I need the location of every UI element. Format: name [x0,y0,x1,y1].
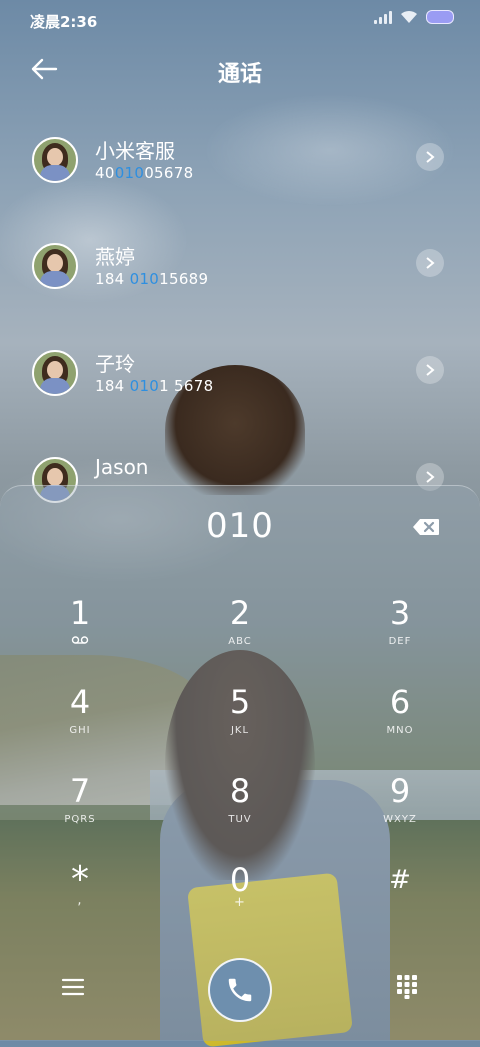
contact-row[interactable]: 燕婷 184 01015689 [0,243,480,343]
menu-icon[interactable] [60,976,86,998]
dialpad-icon[interactable] [396,974,418,1000]
backspace-icon[interactable] [412,518,440,536]
key-7[interactable]: 7 PQRS [20,774,140,854]
key-2[interactable]: 2 ABC [180,596,300,676]
contact-number: 184 01015689 [95,270,209,288]
key-hash[interactable]: # [340,863,460,943]
status-time: 凌晨2:36 [30,13,98,31]
signal-icon [374,10,392,24]
avatar [32,137,78,183]
phone-icon [228,978,252,1002]
contact-number: 4001005678 [95,164,194,182]
battery-icon [426,10,454,24]
key-8[interactable]: 8 TUV [180,774,300,854]
avatar [32,350,78,396]
avatar [32,243,78,289]
key-star[interactable]: *, [20,862,140,943]
key-3[interactable]: 3 DEF [340,596,460,676]
bottom-bar [0,958,480,1028]
key-9[interactable]: 9 WXYZ [340,774,460,854]
contact-row[interactable]: 子玲 184 0101 5678 [0,350,480,450]
contact-row[interactable]: 小米客服 4001005678 [0,137,480,237]
chevron-right-icon[interactable] [416,249,444,277]
status-icons [374,10,454,24]
key-6[interactable]: 6 MNO [340,685,460,765]
page-title: 通话 [217,62,262,87]
chevron-right-icon[interactable] [416,356,444,384]
key-0[interactable]: 0 + [180,863,300,943]
contact-name: 小米客服 [95,139,175,163]
contact-number: 184 0101 5678 [95,377,214,395]
dialed-number: 010 [206,506,274,546]
header: 通话 [0,48,480,92]
key-4[interactable]: 4 GHI [20,685,140,765]
contact-name: Jason [95,455,149,479]
call-button[interactable] [208,958,272,1022]
wifi-icon [401,10,417,23]
contact-name: 子玲 [95,352,135,376]
chevron-right-icon[interactable] [416,143,444,171]
status-bar: 凌晨2:36 [0,0,480,40]
key-1[interactable]: 1 [20,596,140,676]
voicemail-icon [71,636,89,644]
key-5[interactable]: 5 JKL [180,685,300,765]
contact-name: 燕婷 [95,245,135,269]
